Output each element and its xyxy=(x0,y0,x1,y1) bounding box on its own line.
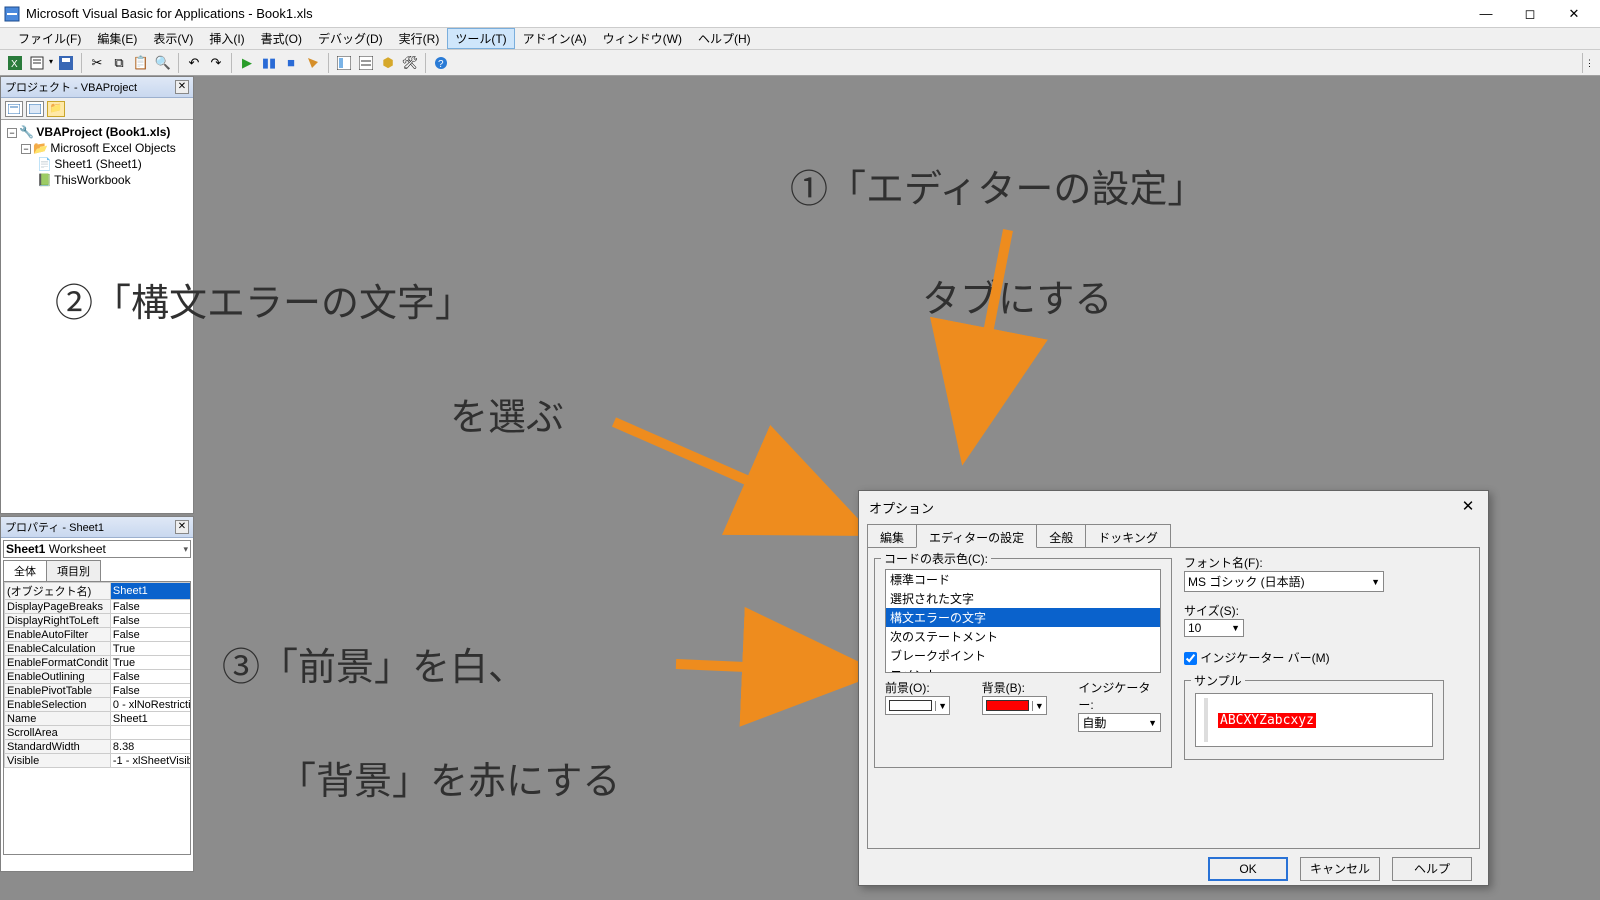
annotation-2b: を選ぶ xyxy=(450,386,564,441)
view-object-icon[interactable] xyxy=(26,101,44,117)
tree-root[interactable]: VBAProject (Book1.xls) xyxy=(36,125,170,139)
size-label: サイズ(S): xyxy=(1184,602,1464,619)
code-colors-group-label: コードの表示色(C): xyxy=(881,550,991,567)
paste-icon[interactable]: 📋 xyxy=(131,53,151,73)
svg-text:?: ? xyxy=(438,59,444,70)
code-colors-listbox[interactable]: 標準コード選択された文字構文エラーの文字次のステートメントブレークポイントコメン… xyxy=(885,569,1161,673)
project-explorer-icon[interactable] xyxy=(334,53,354,73)
size-combo[interactable]: 10▼ xyxy=(1184,619,1244,637)
font-combo[interactable]: MS ゴシック (日本語)▼ xyxy=(1184,571,1384,592)
titlebar: Microsoft Visual Basic for Applications … xyxy=(0,0,1600,28)
indicator-combo[interactable]: 自動▼ xyxy=(1078,713,1161,732)
font-label: フォント名(F): xyxy=(1184,554,1464,571)
dialog-tabs: 編集 エディターの設定 全般 ドッキング xyxy=(859,523,1488,547)
tree-folder[interactable]: Microsoft Excel Objects xyxy=(50,141,175,155)
run-icon[interactable]: ▶ xyxy=(237,53,257,73)
toggle-folders-icon[interactable]: 📁 xyxy=(47,101,65,117)
reset-icon[interactable]: ■ xyxy=(281,53,301,73)
project-panel-close-icon[interactable]: ✕ xyxy=(175,80,189,94)
menu-format[interactable]: 書式(O) xyxy=(253,28,310,49)
prop-tab-category[interactable]: 項目別 xyxy=(46,560,101,581)
tab-editor-format[interactable]: エディターの設定 xyxy=(916,524,1037,548)
menu-view[interactable]: 表示(V) xyxy=(145,28,201,49)
cancel-button[interactable]: キャンセル xyxy=(1300,857,1380,881)
maximize-button[interactable]: ◻ xyxy=(1508,0,1552,28)
break-icon[interactable]: ▮▮ xyxy=(259,53,279,73)
undo-icon[interactable]: ↶ xyxy=(184,53,204,73)
project-panel-title: プロジェクト - VBAProject xyxy=(5,79,175,95)
menu-insert[interactable]: 挿入(I) xyxy=(201,28,252,49)
background-label: 背景(B): xyxy=(982,679,1065,696)
foreground-label: 前景(O): xyxy=(885,679,968,696)
menu-window[interactable]: ウィンドウ(W) xyxy=(595,28,690,49)
window-title: Microsoft Visual Basic for Applications … xyxy=(26,6,1464,21)
object-browser-icon[interactable]: ⬢ xyxy=(378,53,398,73)
properties-panel-title: プロパティ - Sheet1 xyxy=(5,519,175,535)
project-tree[interactable]: −🔧 VBAProject (Book1.xls) −📂 Microsoft E… xyxy=(1,120,193,192)
toolbar: X ✂ ⧉ 📋 🔍 ↶ ↷ ▶ ▮▮ ■ ⬢ 🛠 ? ⋮ xyxy=(0,50,1600,76)
indicator-label: インジケーター: xyxy=(1078,679,1161,713)
menu-tools[interactable]: ツール(T) xyxy=(447,28,514,49)
copy-icon[interactable]: ⧉ xyxy=(109,53,129,73)
menu-addins[interactable]: アドイン(A) xyxy=(515,28,595,49)
insert-dropdown-icon[interactable] xyxy=(27,53,47,73)
tab-edit[interactable]: 編集 xyxy=(867,524,917,548)
properties-grid[interactable]: (オブジェクト名)Sheet1DisplayPageBreaksFalseDis… xyxy=(3,581,191,855)
redo-icon[interactable]: ↷ xyxy=(206,53,226,73)
design-mode-icon[interactable] xyxy=(303,53,323,73)
save-icon[interactable] xyxy=(56,53,76,73)
dialog-close-icon[interactable]: ✕ xyxy=(1458,497,1478,517)
find-icon[interactable]: 🔍 xyxy=(153,53,173,73)
help-icon[interactable]: ? xyxy=(431,53,451,73)
menu-run[interactable]: 実行(R) xyxy=(391,28,448,49)
toolbar-overflow-icon[interactable]: ⋮ xyxy=(1582,53,1596,73)
cut-icon[interactable]: ✂ xyxy=(87,53,107,73)
annotation-2a: ②「構文エラーの文字」 xyxy=(55,272,473,327)
annotation-3b: 「背景」を赤にする xyxy=(278,750,620,805)
annotation-1a: ①「エディターの設定」 xyxy=(790,158,1205,213)
annotation-3a: ③「前景」を白、 xyxy=(222,636,526,691)
menu-file[interactable]: ファイル(F) xyxy=(10,28,89,49)
help-button[interactable]: ヘルプ xyxy=(1392,857,1472,881)
background-color-picker[interactable]: ▼ xyxy=(982,696,1047,715)
properties-object-selector[interactable]: Sheet1 Worksheet ▾ xyxy=(3,540,191,558)
workspace: プロジェクト - VBAProject ✕ 📁 −🔧 VBAProject (B… xyxy=(0,76,1600,900)
close-button[interactable]: ✕ xyxy=(1552,0,1596,28)
prop-tab-all[interactable]: 全体 xyxy=(3,560,47,581)
properties-panel: プロパティ - Sheet1 ✕ Sheet1 Worksheet ▾ 全体 項… xyxy=(0,516,194,872)
foreground-color-picker[interactable]: ▼ xyxy=(885,696,950,715)
tree-sheet1[interactable]: Sheet1 (Sheet1) xyxy=(54,157,141,171)
properties-icon[interactable] xyxy=(356,53,376,73)
menu-edit[interactable]: 編集(E) xyxy=(89,28,145,49)
tab-docking[interactable]: ドッキング xyxy=(1085,524,1171,548)
properties-panel-close-icon[interactable]: ✕ xyxy=(175,520,189,534)
options-dialog: オプション ✕ 編集 エディターの設定 全般 ドッキング コードの表示色(C):… xyxy=(858,490,1489,886)
menu-help[interactable]: ヘルプ(H) xyxy=(690,28,759,49)
minimize-button[interactable]: — xyxy=(1464,0,1508,28)
tab-general[interactable]: 全般 xyxy=(1036,524,1086,548)
view-excel-icon[interactable]: X xyxy=(5,53,25,73)
sample-group-label: サンプル xyxy=(1191,672,1245,689)
svg-text:X: X xyxy=(11,59,18,70)
sample-preview: ABCXYZabcxyz xyxy=(1195,693,1433,747)
indicator-bar-checkbox[interactable]: インジケーター バー(M) xyxy=(1184,649,1464,666)
dialog-title: オプション xyxy=(869,498,1458,517)
tree-thisworkbook[interactable]: ThisWorkbook xyxy=(54,173,130,187)
toolbox-icon[interactable]: 🛠 xyxy=(400,53,420,73)
menubar: ファイル(F) 編集(E) 表示(V) 挿入(I) 書式(O) デバッグ(D) … xyxy=(0,28,1600,50)
app-icon xyxy=(4,6,20,22)
view-code-icon[interactable] xyxy=(5,101,23,117)
menu-debug[interactable]: デバッグ(D) xyxy=(310,28,391,49)
annotation-1b: タブにする xyxy=(922,268,1112,323)
ok-button[interactable]: OK xyxy=(1208,857,1288,881)
